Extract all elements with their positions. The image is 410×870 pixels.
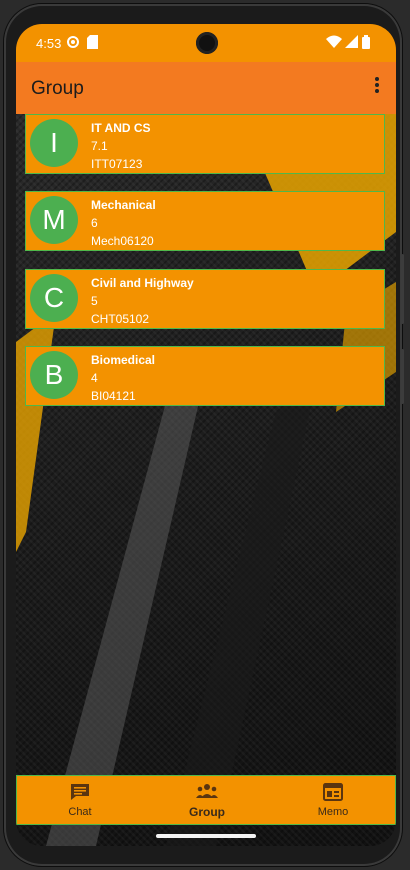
more-options-icon[interactable] xyxy=(372,76,382,96)
status-time: 4:53 xyxy=(36,36,62,51)
avatar: I xyxy=(30,119,78,167)
group-card-it-and-cs[interactable]: I IT AND CS 7.1 ITT07123 xyxy=(25,114,385,174)
signal-icon xyxy=(345,35,358,51)
battery-icon xyxy=(362,35,370,52)
nav-label: Group xyxy=(189,805,225,819)
group-name: Biomedical xyxy=(91,353,156,367)
group-name: Civil and Highway xyxy=(91,276,194,290)
group-number: 4 xyxy=(91,371,98,385)
group-card-biomedical[interactable]: B Biomedical 4 BI04121 xyxy=(25,346,385,406)
avatar: B xyxy=(30,351,78,399)
sdcard-status-icon xyxy=(87,35,98,52)
settings-status-icon xyxy=(66,35,80,52)
nav-group[interactable]: Group xyxy=(144,776,270,826)
app-bar: Group xyxy=(16,62,396,114)
nav-chat[interactable]: Chat xyxy=(17,776,143,826)
group-card-mechanical[interactable]: M Mechanical 6 Mech06120 xyxy=(25,191,385,251)
group-code: ITT07123 xyxy=(91,157,143,171)
power-button xyxy=(401,254,404,324)
nav-label: Chat xyxy=(68,806,92,818)
phone-frame: 4:53 Group I IT AND CS 7.1 ITT07123 M Me… xyxy=(4,4,404,866)
bottom-navigation: Chat Group Memo xyxy=(16,775,396,825)
group-number: 6 xyxy=(91,216,98,230)
page-title: Group xyxy=(31,78,84,99)
status-bar: 4:53 xyxy=(16,24,396,62)
group-name: Mechanical xyxy=(91,198,156,212)
wifi-icon xyxy=(326,35,342,51)
group-card-civil-and-highway[interactable]: C Civil and Highway 5 CHT05102 xyxy=(25,269,385,329)
volume-button xyxy=(401,349,404,404)
group-code: BI04121 xyxy=(91,389,136,403)
front-camera xyxy=(196,32,218,54)
memo-icon xyxy=(323,783,343,801)
chat-icon xyxy=(70,783,90,801)
group-number: 7.1 xyxy=(91,139,108,153)
screen: 4:53 Group I IT AND CS 7.1 ITT07123 M Me… xyxy=(16,24,396,846)
group-name: IT AND CS xyxy=(91,121,151,135)
gesture-bar[interactable] xyxy=(156,834,256,838)
group-code: CHT05102 xyxy=(91,312,150,326)
group-icon xyxy=(196,783,218,801)
nav-label: Memo xyxy=(317,806,349,818)
group-number: 5 xyxy=(91,294,98,308)
group-code: Mech06120 xyxy=(91,234,154,248)
avatar: C xyxy=(30,274,78,322)
nav-memo[interactable]: Memo xyxy=(270,776,396,826)
avatar: M xyxy=(30,196,78,244)
